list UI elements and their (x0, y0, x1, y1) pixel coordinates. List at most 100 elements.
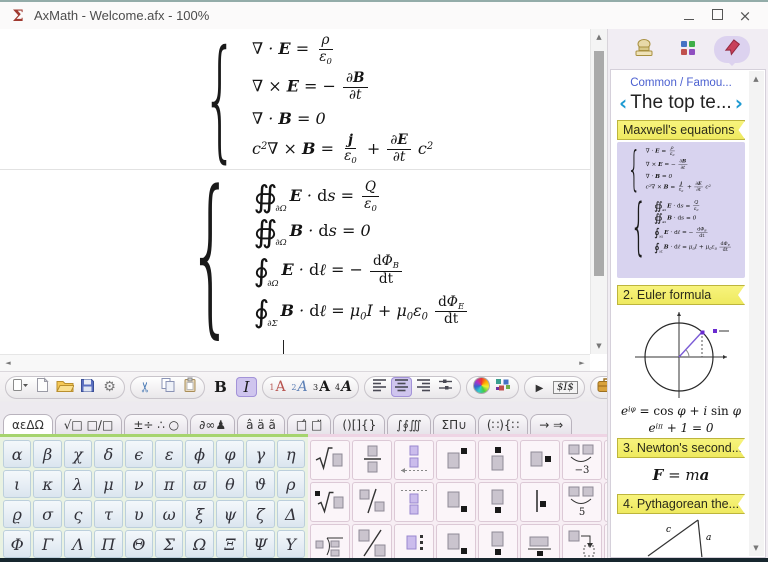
prev-collection-icon[interactable]: ‹ (617, 93, 629, 113)
greek-letter-button[interactable]: Ω (185, 530, 213, 558)
math-template-button[interactable]: −3 (562, 440, 602, 480)
newton-section[interactable]: F = ma (617, 466, 745, 484)
scroll-left-icon[interactable]: ◄ (0, 355, 16, 371)
minimize-button[interactable] (675, 5, 703, 27)
palette-tab[interactable]: ∂∞♟ (190, 414, 235, 434)
math-template-button[interactable] (310, 482, 350, 522)
tag-newton[interactable]: 3. Newton's second... (617, 438, 745, 458)
math-template-button[interactable] (478, 482, 518, 522)
toolbox-button[interactable] (595, 377, 607, 397)
scroll-down-icon[interactable]: ▼ (591, 338, 607, 354)
handwriting-tab-button[interactable] (626, 36, 662, 63)
scroll-up-icon[interactable]: ▲ (591, 29, 607, 45)
sidebar-scroll-up-icon[interactable]: ▲ (748, 71, 764, 87)
greek-letter-button[interactable]: η (277, 440, 305, 468)
greek-letter-button[interactable]: μ (94, 470, 122, 498)
italic-button[interactable]: I (236, 377, 257, 397)
palette-tab[interactable]: → ⇒ (530, 414, 572, 434)
run-button[interactable]: ▶ (529, 377, 550, 397)
math-template-button[interactable] (436, 524, 476, 558)
font-preset-button[interactable]: 3A (311, 377, 332, 397)
greek-letter-button[interactable]: ν (125, 470, 153, 498)
math-template-button[interactable] (436, 440, 476, 480)
greek-letter-button[interactable]: α (3, 440, 31, 468)
close-button[interactable]: × (731, 5, 759, 27)
sidebar-scrollbar[interactable]: ▲ ▼ (749, 71, 764, 556)
greek-letter-button[interactable]: Ψ (246, 530, 274, 558)
align-right-button[interactable] (413, 377, 434, 397)
math-template-button[interactable] (352, 440, 392, 480)
math-template-button[interactable] (562, 524, 602, 558)
greek-letter-button[interactable]: ζ (246, 500, 274, 528)
new-document-button[interactable] (32, 377, 53, 397)
greek-letter-button[interactable]: ρ (277, 470, 305, 498)
pythagorean-section[interactable]: c a (617, 516, 745, 558)
math-template-button[interactable] (604, 524, 607, 558)
menu-button[interactable] (10, 377, 31, 397)
math-template-button[interactable] (310, 440, 350, 480)
math-template-button[interactable] (478, 440, 518, 480)
tex-toggle-button[interactable]: $I$ (551, 377, 580, 397)
greek-letter-button[interactable]: ψ (216, 500, 244, 528)
equation-editor-canvas[interactable]: { ∇ · E = ρε0∇ × E = − ∂B∂t∇ · B = 0c2∇ … (0, 29, 607, 371)
symbol-library-tab-button[interactable] (670, 36, 706, 63)
palette-tab[interactable]: ()[]{} (333, 414, 385, 434)
greek-letter-button[interactable]: δ (94, 440, 122, 468)
tag-euler[interactable]: 2. Euler formula (617, 285, 745, 305)
greek-letter-button[interactable]: ϕ (185, 440, 213, 468)
font-preset-button[interactable]: 1A (267, 377, 288, 397)
math-template-button[interactable] (352, 524, 392, 558)
greek-letter-button[interactable]: ξ (185, 500, 213, 528)
palette-tab[interactable]: â ä ã (237, 414, 285, 434)
greek-letter-button[interactable]: Θ (125, 530, 153, 558)
color-palette-button[interactable] (493, 377, 514, 397)
greek-letter-button[interactable]: Ξ (216, 530, 244, 558)
greek-letter-button[interactable]: Υ (277, 530, 305, 558)
maximize-button[interactable] (703, 5, 731, 27)
cut-button[interactable]: ✂ (135, 377, 156, 397)
euler-section[interactable]: eiφ = cos φ + i sin φ eiπ + 1 = 0 (617, 307, 745, 435)
align-center-button[interactable] (391, 377, 412, 397)
sidebar-scroll-down-icon[interactable]: ▼ (748, 540, 764, 556)
greek-letter-button[interactable]: Π (94, 530, 122, 558)
greek-letter-button[interactable]: γ (246, 440, 274, 468)
open-button[interactable] (54, 377, 76, 397)
greek-letter-button[interactable]: υ (125, 500, 153, 528)
greek-letter-button[interactable]: ϑ (246, 470, 274, 498)
greek-letter-button[interactable]: ω (155, 500, 183, 528)
color-wheel-button[interactable] (471, 377, 492, 397)
save-button[interactable] (77, 377, 98, 397)
paste-button[interactable] (179, 377, 200, 397)
math-template-button[interactable] (478, 524, 518, 558)
breadcrumb[interactable]: Common / Famou... (617, 77, 745, 89)
font-preset-button[interactable]: 4A (333, 377, 354, 397)
greek-letter-button[interactable]: π (155, 470, 183, 498)
greek-letter-button[interactable]: Γ (33, 530, 61, 558)
settings-button[interactable]: ⚙ (99, 377, 120, 397)
tag-maxwell[interactable]: Maxwell's equations (617, 120, 745, 140)
math-template-button[interactable] (310, 524, 350, 558)
greek-letter-button[interactable]: ς (64, 500, 92, 528)
bookmarks-tab-button[interactable] (714, 36, 750, 63)
greek-letter-button[interactable]: φ (216, 440, 244, 468)
maxwell-thumbnail[interactable]: { ∇ · E = ρε0∇ × E = − ∂B∂t∇ · B = 0c2∇ … (617, 142, 745, 278)
palette-tab[interactable]: (∷){∷ (478, 414, 528, 434)
greek-letter-button[interactable]: κ (33, 470, 61, 498)
greek-letter-button[interactable]: σ (33, 500, 61, 528)
math-template-button[interactable]: 5 (562, 482, 602, 522)
math-template-button[interactable] (604, 440, 607, 480)
palette-tab[interactable]: ∫∮∭ (387, 414, 430, 434)
math-template-button[interactable] (394, 440, 434, 480)
editor-horizontal-scrollbar[interactable]: ◄ ► (0, 354, 590, 371)
greek-letter-button[interactable]: Δ (277, 500, 305, 528)
math-template-button[interactable] (394, 482, 434, 522)
palette-tab[interactable]: √□ □∕□ (55, 414, 123, 434)
align-distribute-button[interactable] (435, 377, 456, 397)
palette-tab[interactable]: ΣΠ∪ (433, 414, 476, 434)
math-template-button[interactable] (394, 524, 434, 558)
greek-letter-button[interactable]: Σ (155, 530, 183, 558)
copy-button[interactable] (157, 377, 178, 397)
greek-letter-button[interactable]: ϖ (185, 470, 213, 498)
greek-letter-button[interactable]: Φ (3, 530, 31, 558)
palette-tab[interactable]: ±÷ ∴ ○ (124, 414, 188, 434)
